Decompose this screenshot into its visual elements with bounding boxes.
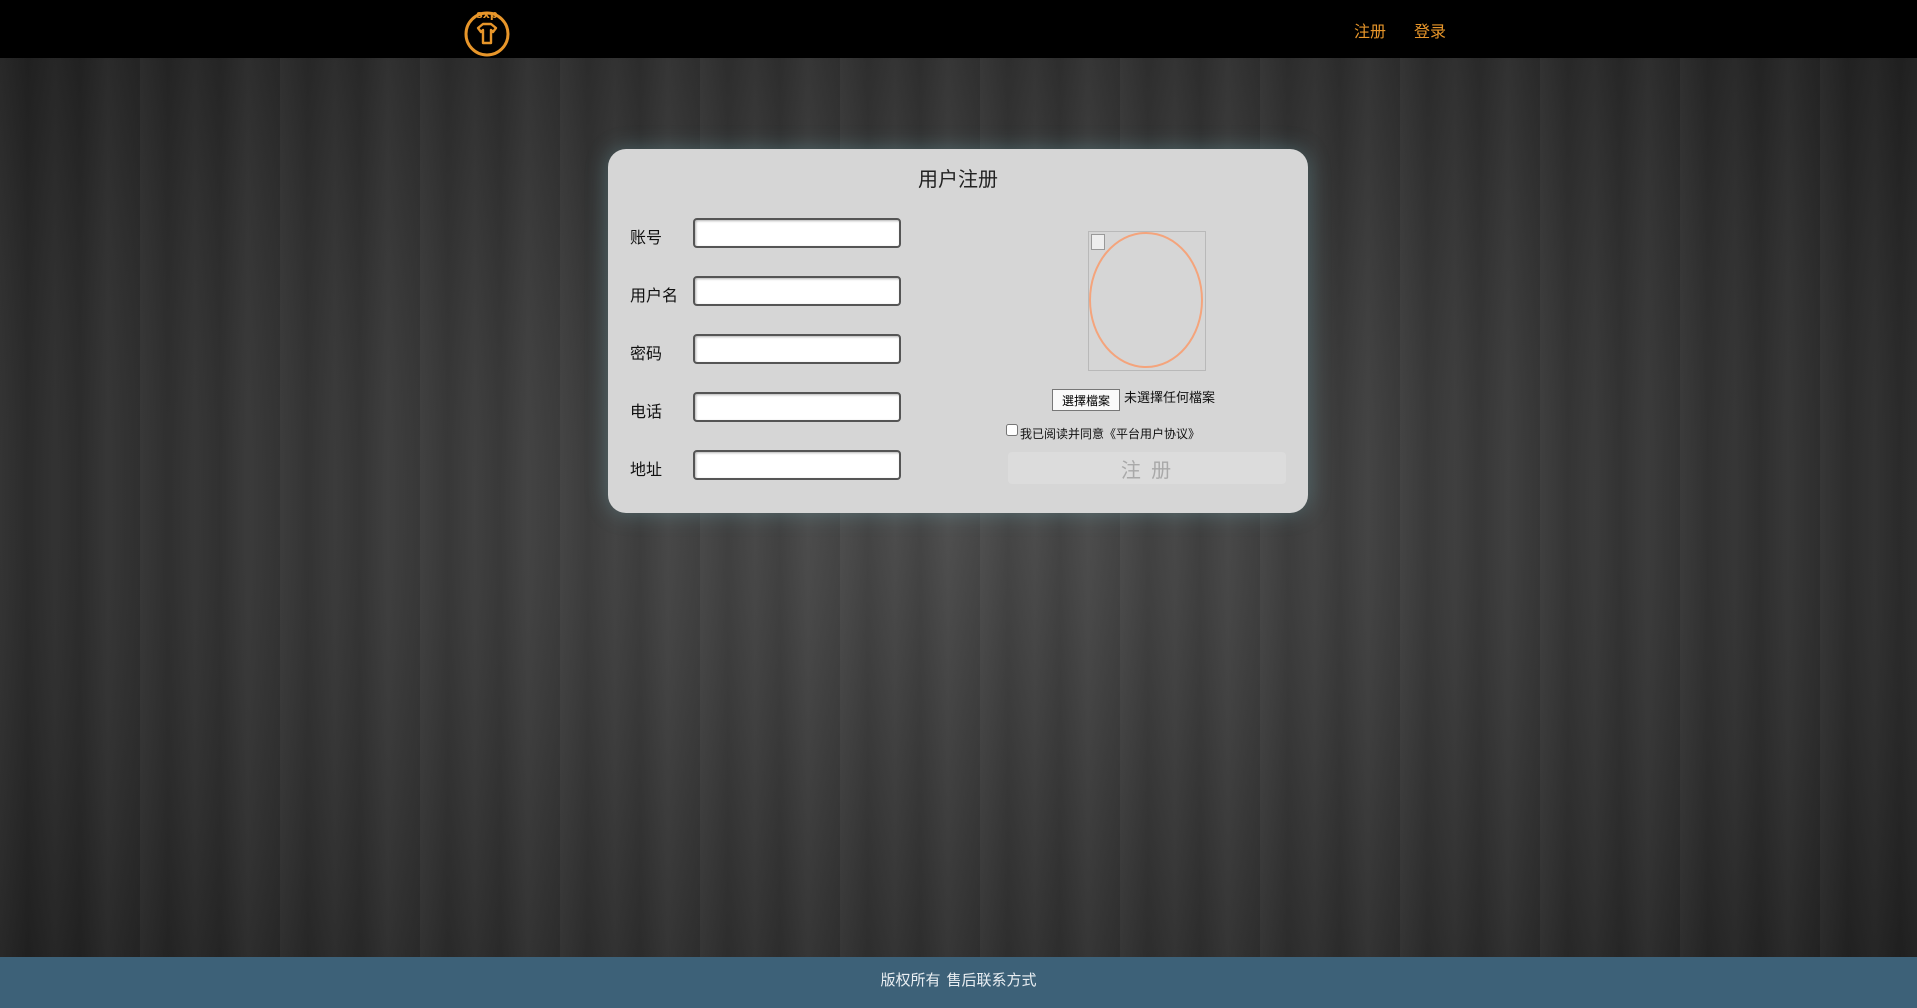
avatar-preview [1088, 231, 1206, 371]
nav-login-link[interactable]: 登录 [1414, 18, 1446, 42]
address-input[interactable] [693, 450, 901, 480]
phone-input[interactable] [693, 392, 901, 422]
address-label: 地址 [630, 460, 663, 479]
top-navbar: sxp 注册 登录 [0, 0, 1917, 58]
sxp-logo[interactable]: sxp [458, 4, 518, 58]
register-card: 用户注册 账号 用户名 密码 电话 地址 選擇檔案 未選擇任何檔案 我已阅读并同… [608, 149, 1308, 513]
account-input[interactable] [693, 218, 901, 248]
password-label: 密码 [630, 344, 663, 363]
form-title: 用户注册 [918, 167, 998, 191]
choose-file-button[interactable]: 選擇檔案 [1052, 389, 1120, 411]
phone-label: 电话 [630, 402, 663, 421]
agreement-checkbox[interactable] [1006, 424, 1018, 436]
broken-image-icon [1091, 234, 1105, 250]
file-status-text: 未選擇任何檔案 [1124, 391, 1216, 406]
copyright-text: 版权所有 [880, 971, 941, 989]
footer: 版权所有 售后联系方式 [0, 957, 1917, 1008]
username-input[interactable] [693, 276, 901, 306]
register-submit-button[interactable]: 注 册 [1008, 452, 1286, 484]
nav-register-link[interactable]: 注册 [1354, 18, 1386, 42]
account-label: 账号 [630, 228, 663, 247]
agreement-label[interactable]: 我已阅读并同意《平台用户协议》 [1020, 425, 1200, 442]
logo-text: sxp [476, 8, 498, 21]
password-input[interactable] [693, 334, 901, 364]
username-label: 用户名 [630, 286, 679, 305]
avatar-frame [1089, 232, 1203, 368]
contact-link[interactable]: 售后联系方式 [947, 971, 1037, 989]
